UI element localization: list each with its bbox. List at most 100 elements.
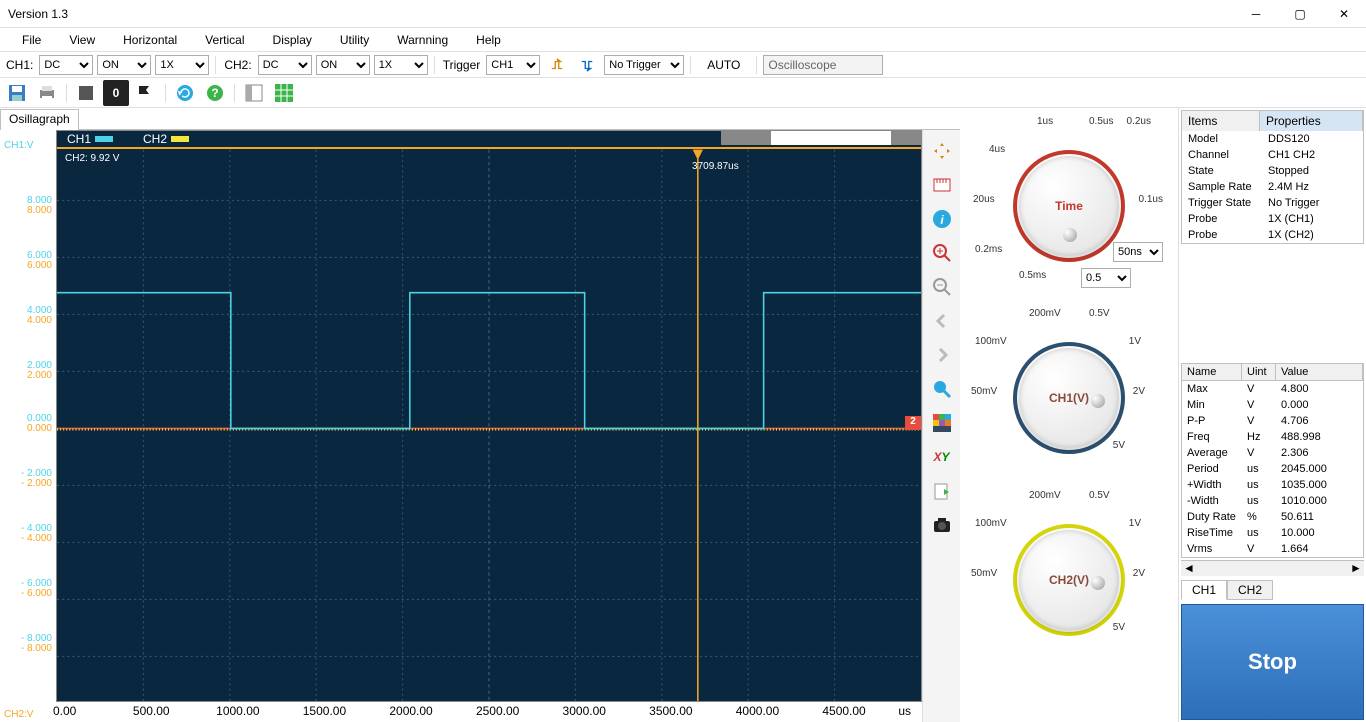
move-icon[interactable] (929, 138, 955, 164)
menu-view[interactable]: View (57, 31, 107, 49)
camera-icon[interactable] (929, 512, 955, 538)
counter-badge[interactable]: 0 (103, 80, 129, 106)
trigger-edge-fall-button[interactable] (574, 52, 600, 78)
menu-utility[interactable]: Utility (328, 31, 381, 49)
tab-ch2[interactable]: CH2 (1227, 580, 1273, 600)
property-row: Sample Rate2.4M Hz (1182, 179, 1363, 195)
flag-button[interactable] (133, 80, 159, 106)
minimize-button[interactable]: ─ (1234, 0, 1278, 28)
action-toolbar: 0 ? (0, 78, 1366, 108)
measurement-row: -Widthus1010.000 (1182, 493, 1363, 509)
close-button[interactable]: ✕ (1322, 0, 1366, 28)
oscilloscope-plot[interactable]: CH1 CH2 CH2: 9.92 V (56, 130, 922, 702)
forward-icon[interactable] (929, 342, 955, 368)
y-axis-labels: CH1:V 8.000 8.000 6.000 6.000 4.000 4.00… (0, 130, 56, 722)
info-icon[interactable]: i (929, 206, 955, 232)
separator (434, 56, 435, 74)
back-icon[interactable] (929, 308, 955, 334)
ch2-marker[interactable]: 2 (905, 416, 921, 430)
menu-horizontal[interactable]: Horizontal (111, 31, 189, 49)
ch1-state-select[interactable]: ON (97, 55, 151, 75)
ch2-label: CH2: (222, 58, 253, 72)
grid-button[interactable] (271, 80, 297, 106)
channel-toolbar: CH1: DC ON 1X CH2: DC ON 1X Trigger CH1 … (0, 52, 1366, 78)
measurement-row: AverageV2.306 (1182, 445, 1363, 461)
menu-bar: File View Horizontal Vertical Display Ut… (0, 28, 1366, 52)
menu-display[interactable]: Display (261, 31, 324, 49)
stop-button[interactable]: Stop (1181, 604, 1364, 721)
tab-oscillograph[interactable]: Osillagraph (0, 109, 79, 130)
info-panel: ItemsProperties ModelDDS120ChannelCH1 CH… (1178, 108, 1366, 722)
scope-panel: Osillagraph CH1:V 8.000 8.000 6.000 6.00… (0, 108, 960, 722)
menu-help[interactable]: Help (464, 31, 513, 49)
trigger-edge-rise-button[interactable] (544, 52, 570, 78)
properties-table: ItemsProperties ModelDDS120ChannelCH1 CH… (1181, 110, 1364, 244)
ch1-axis-label: CH1:V (0, 140, 56, 151)
ch1-knob[interactable]: CH1(V) (1019, 348, 1119, 448)
measurement-row: MinV0.000 (1182, 397, 1363, 413)
time-knob[interactable]: Time (1019, 156, 1119, 256)
separator (165, 84, 166, 102)
knobs-panel: Time 1us 0.5us 4us 0.2us 20us 0.1us 0.2m… (960, 108, 1178, 722)
separator (690, 56, 691, 74)
palette-icon[interactable] (929, 410, 955, 436)
menu-warning[interactable]: Warnning (385, 31, 460, 49)
search-icon[interactable] (929, 376, 955, 402)
measurement-row: MaxV4.800 (1182, 381, 1363, 397)
time-coarse-select[interactable]: 0.5 (1081, 268, 1131, 288)
device-name-field (763, 55, 883, 75)
separator (215, 56, 216, 74)
trigger-label: Trigger (441, 58, 483, 72)
window-title: Version 1.3 (8, 7, 1234, 21)
zoom-in-icon[interactable] (929, 240, 955, 266)
ch2-coupling-select[interactable]: DC (258, 55, 312, 75)
ch1-probe-select[interactable]: 1X (155, 55, 209, 75)
measurement-row: Duty Rate%50.611 (1182, 509, 1363, 525)
measurement-row: +Widthus1035.000 (1182, 477, 1363, 493)
stop-icon-button[interactable] (73, 80, 99, 106)
property-row: ChannelCH1 CH2 (1182, 147, 1363, 163)
menu-file[interactable]: File (10, 31, 53, 49)
ch2-axis-label: CH2:V (0, 709, 33, 720)
x-axis: 0.00 500.00 1000.00 1500.00 2000.00 2500… (56, 702, 922, 722)
measurement-row: Periodus2045.000 (1182, 461, 1363, 477)
maximize-button[interactable]: ▢ (1278, 0, 1322, 28)
export-icon[interactable] (929, 478, 955, 504)
measurements-table: NameUintValue MaxV4.800MinV0.000P-PV4.70… (1181, 363, 1364, 558)
time-knob-box: Time 1us 0.5us 4us 0.2us 20us 0.1us 0.2m… (969, 116, 1169, 302)
ch1-knob-box: CH1(V) 200mV 0.5V 100mV 1V 50mV 2V 5V (969, 308, 1169, 484)
menu-vertical[interactable]: Vertical (193, 31, 256, 49)
property-row: StateStopped (1182, 163, 1363, 179)
property-row: Probe1X (CH2) (1182, 227, 1363, 243)
measurement-row: RiseTimeus10.000 (1182, 525, 1363, 541)
separator (66, 84, 67, 102)
layout-button[interactable] (241, 80, 267, 106)
horizontal-scrollbar[interactable]: ◄► (1181, 560, 1364, 576)
ch2-knob-box: CH2(V) 200mV 0.5V 100mV 1V 50mV 2V 5V (969, 490, 1169, 666)
separator (234, 84, 235, 102)
refresh-button[interactable] (172, 80, 198, 106)
trigger-source-select[interactable]: CH1 (486, 55, 540, 75)
zoom-out-icon[interactable] (929, 274, 955, 300)
save-button[interactable] (4, 80, 30, 106)
xy-icon[interactable]: XY (929, 444, 955, 470)
ch2-knob[interactable]: CH2(V) (1019, 530, 1119, 630)
print-button[interactable] (34, 80, 60, 106)
help-button[interactable]: ? (202, 80, 228, 106)
property-row: Trigger StateNo Trigger (1182, 195, 1363, 211)
time-fine-select[interactable]: 50ns (1113, 242, 1163, 262)
ch1-label: CH1: (4, 58, 35, 72)
separator (756, 56, 757, 74)
measurement-row: FreqHz488.998 (1182, 429, 1363, 445)
ch2-probe-select[interactable]: 1X (374, 55, 428, 75)
property-row: Probe1X (CH1) (1182, 211, 1363, 227)
cursor-time-label: 3709.87us (692, 161, 739, 172)
ch1-coupling-select[interactable]: DC (39, 55, 93, 75)
tab-ch1[interactable]: CH1 (1181, 580, 1227, 600)
auto-button[interactable]: AUTO (697, 58, 750, 72)
ruler-icon[interactable] (929, 172, 955, 198)
measurement-row: VrmsV1.664 (1182, 541, 1363, 557)
trigger-mode-select[interactable]: No Trigger (604, 55, 684, 75)
ch2-state-select[interactable]: ON (316, 55, 370, 75)
title-bar: Version 1.3 ─ ▢ ✕ (0, 0, 1366, 28)
